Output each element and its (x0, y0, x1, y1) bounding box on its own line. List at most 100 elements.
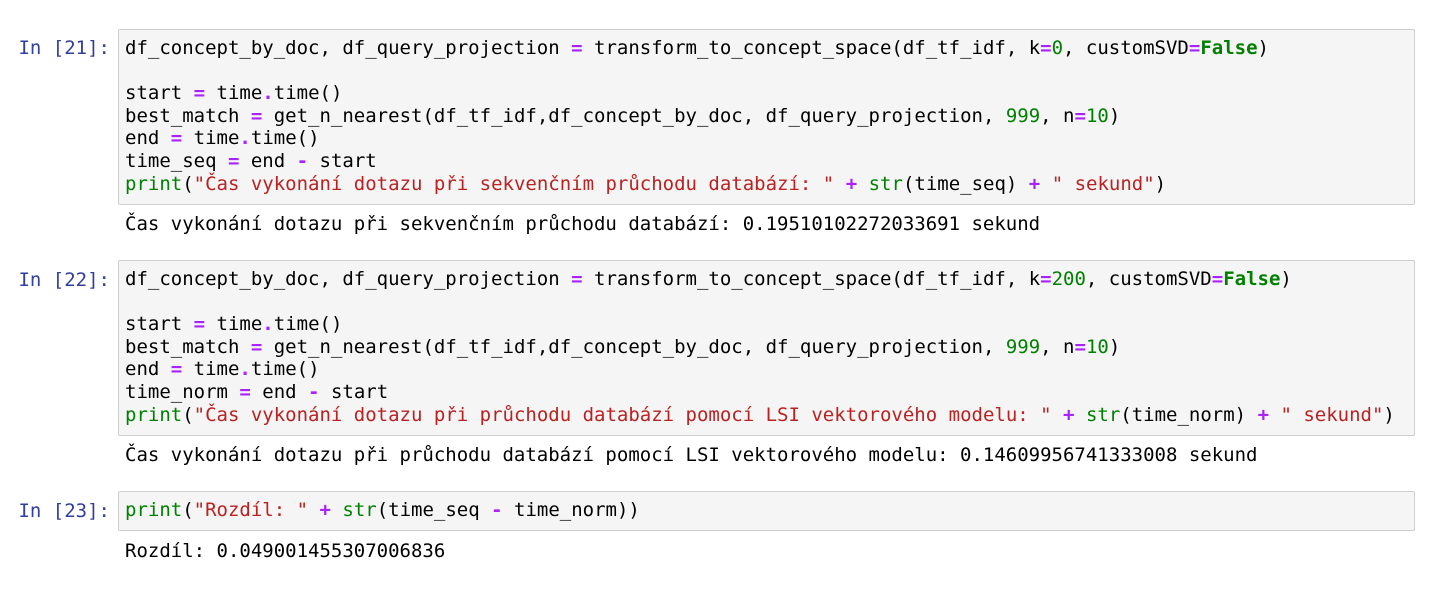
code-text: ) (1108, 104, 1121, 127)
code-operator: = (227, 149, 240, 172)
cell-prompt: In [22]: (18, 269, 110, 291)
code-text: ) (1154, 172, 1167, 195)
code-line: start = time.time() (125, 82, 1408, 105)
cell-output: Čas vykonání dotazu při průchodu databáz… (125, 444, 1258, 466)
code-text: , customSVD (1085, 268, 1212, 290)
code-operator: + (845, 172, 858, 195)
code-text: ( (182, 403, 194, 426)
code-operator: = (193, 82, 206, 105)
code-operator: = (250, 104, 263, 127)
code-number: 10 (1085, 335, 1109, 358)
code-block[interactable]: print("Rozdíl: " + str(time_seq - time_n… (125, 499, 1408, 522)
cell-prompt: In [21]: (18, 37, 110, 59)
code-operator: . (239, 127, 251, 150)
code-string: "Čas vykonání dotazu při sekvenčním průc… (193, 172, 835, 195)
code-input[interactable]: df_concept_by_doc, df_query_projection =… (118, 29, 1415, 205)
code-text: time() (273, 313, 343, 336)
code-text: , customSVD (1063, 37, 1189, 59)
code-text: start (125, 313, 194, 336)
code-operator: = (571, 37, 583, 59)
code-line: print("Čas vykonání dotazu při průchodu … (125, 404, 1408, 427)
code-text: time (205, 313, 263, 336)
code-line: df_concept_by_doc, df_query_projection =… (125, 37, 1408, 60)
code-text: best_match (125, 104, 251, 127)
code-line: time_norm = end - start (125, 381, 1408, 404)
code-input[interactable]: df_concept_by_doc, df_query_projection =… (118, 260, 1415, 436)
code-line: best_match = get_n_nearest(df_tf_idf,df_… (125, 105, 1408, 128)
code-line: end = time.time() (125, 127, 1408, 150)
code-text: df_concept_by_doc, df_query_projection (125, 37, 572, 59)
code-text: ) (1257, 37, 1269, 59)
code-text: time_norm (125, 380, 240, 403)
code-operator: = (170, 127, 183, 150)
code-text: ) (1108, 335, 1121, 358)
code-block[interactable]: df_concept_by_doc, df_query_projection =… (125, 268, 1408, 426)
code-text: end (250, 380, 309, 403)
code-text: (time_seq) (902, 172, 1029, 195)
code-text: start (125, 82, 194, 105)
code-operator: = (1040, 37, 1052, 59)
code-builtin: str (868, 172, 903, 195)
code-text: end (125, 127, 171, 150)
code-line: print("Čas vykonání dotazu při sekvenční… (125, 173, 1408, 196)
code-number: 200 (1051, 268, 1086, 290)
code-operator: = (239, 380, 251, 403)
code-string: " sekund" (1280, 403, 1384, 426)
code-text: time() (273, 82, 343, 105)
code-text: time() (250, 127, 320, 150)
code-operator: = (1211, 268, 1224, 290)
code-builtin: print (125, 499, 183, 521)
code-text: (time_seq (376, 499, 492, 521)
cell-output: Čas vykonání dotazu při sekvenčním průch… (125, 213, 1041, 235)
code-text: , n (1040, 104, 1075, 127)
code-operator: - (491, 499, 503, 521)
cell-output: Rozdíl: 0.049001455307006836 (125, 540, 446, 562)
code-operator: = (170, 358, 183, 381)
code-text: time_norm)) (502, 499, 640, 521)
code-text: get_n_nearest(df_tf_idf,df_concept_by_do… (262, 335, 1006, 358)
code-operator: + (1028, 172, 1041, 195)
code-builtin: print (125, 172, 183, 195)
code-builtin: str (1085, 403, 1121, 426)
code-string: "Čas vykonání dotazu při průchodu databá… (193, 403, 1052, 426)
code-keyword: False (1200, 37, 1258, 59)
code-builtin: print (125, 403, 183, 426)
code-line: end = time.time() (125, 358, 1408, 381)
code-text: ) (1280, 268, 1292, 290)
code-text: time() (250, 358, 320, 381)
code-text: ) (1383, 403, 1395, 426)
code-string: " sekund" (1051, 172, 1155, 195)
code-operator: + (319, 499, 331, 521)
code-operator: . (262, 82, 274, 105)
code-operator: = (1188, 37, 1201, 59)
code-operator: = (250, 335, 263, 358)
code-operator: + (1257, 403, 1270, 426)
code-line: time_seq = end - start (125, 150, 1408, 173)
code-input[interactable]: print("Rozdíl: " + str(time_seq - time_n… (118, 491, 1415, 531)
code-line: start = time.time() (125, 313, 1408, 336)
code-line: best_match = get_n_nearest(df_tf_idf,df_… (125, 336, 1408, 359)
code-operator: . (239, 358, 251, 381)
code-operator: = (1074, 104, 1086, 127)
code-text: start (308, 149, 377, 172)
code-block[interactable]: df_concept_by_doc, df_query_projection =… (125, 37, 1408, 195)
code-operator: . (262, 313, 274, 336)
code-text: start (319, 380, 389, 403)
code-keyword: False (1223, 268, 1281, 290)
code-operator: - (308, 380, 320, 403)
code-text: end (125, 358, 171, 381)
code-text: ( (182, 172, 194, 195)
code-text: time_seq (125, 149, 228, 172)
code-text: transform_to_concept_space(df_tf_idf, k (582, 37, 1041, 59)
code-operator: = (1040, 268, 1052, 290)
code-line: df_concept_by_doc, df_query_projection =… (125, 268, 1408, 291)
code-operator: = (193, 313, 206, 336)
code-string: "Rozdíl: " (193, 499, 309, 521)
